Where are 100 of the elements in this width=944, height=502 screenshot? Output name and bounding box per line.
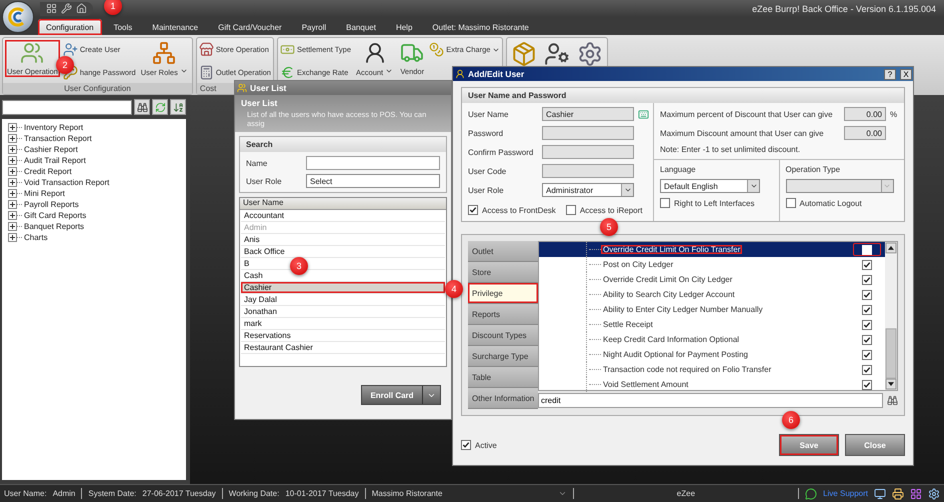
dropdown-icon bbox=[883, 182, 891, 190]
list-row[interactable]: Post on City Ledger bbox=[539, 257, 885, 272]
sort-button[interactable] bbox=[170, 99, 186, 115]
table-row[interactable]: Cash bbox=[241, 270, 445, 282]
checkbox[interactable] bbox=[660, 198, 670, 208]
role-dropdown[interactable]: Administrator bbox=[542, 183, 634, 197]
expand-icon[interactable] bbox=[8, 134, 17, 143]
list-row[interactable]: Night Audit Optional for Payment Posting bbox=[539, 347, 885, 362]
expand-icon[interactable] bbox=[8, 167, 17, 176]
checkbox[interactable] bbox=[461, 440, 471, 450]
menu-tab[interactable]: Outlet: Massimo Ristorante bbox=[424, 19, 537, 35]
window-title: eZee Burrp! Back Office - Version 6.1.195.004 bbox=[752, 4, 937, 14]
checkbox[interactable] bbox=[566, 205, 576, 215]
person-icon bbox=[544, 41, 570, 67]
checkbox[interactable] bbox=[468, 205, 478, 215]
menu-tab[interactable]: Maintenance bbox=[144, 19, 206, 35]
expand-icon[interactable] bbox=[8, 222, 17, 231]
expand-icon[interactable] bbox=[8, 156, 17, 165]
side-tab[interactable]: Other Information bbox=[468, 388, 538, 409]
input-field[interactable]: Cashier bbox=[542, 107, 634, 121]
currency-icon bbox=[280, 65, 295, 80]
table-row[interactable]: Reservations bbox=[241, 330, 445, 342]
tree-item[interactable]: Audit Trail Report bbox=[24, 156, 86, 165]
expand-icon[interactable] bbox=[8, 211, 17, 220]
list-row[interactable]: Ability to Search City Ledger Account bbox=[539, 287, 885, 302]
tree-item[interactable]: Charts bbox=[24, 233, 48, 242]
tree-item[interactable]: Credit Report bbox=[24, 167, 72, 176]
settings-icon bbox=[577, 41, 604, 67]
table-row[interactable]: Anis bbox=[241, 234, 445, 246]
side-tab[interactable]: Reports bbox=[468, 304, 538, 325]
side-tab[interactable]: Privilege bbox=[468, 283, 538, 304]
table-row[interactable]: Accountant bbox=[241, 210, 445, 222]
table-row[interactable]: Back Office bbox=[241, 246, 445, 258]
list-row[interactable]: Ability to Enter City Ledger Number Manually bbox=[539, 302, 885, 317]
checkbox[interactable] bbox=[862, 290, 872, 300]
expand-icon[interactable] bbox=[8, 200, 17, 209]
tree-item[interactable]: Payroll Reports bbox=[24, 200, 79, 209]
keyboard-icon[interactable] bbox=[638, 108, 649, 120]
table-row[interactable]: mark bbox=[241, 318, 445, 330]
enroll-card-button[interactable]: Enroll Card bbox=[361, 385, 441, 405]
table-row[interactable]: Restaurant Cashier bbox=[241, 342, 445, 354]
role-dropdown[interactable]: Select bbox=[306, 174, 440, 188]
help-button[interactable]: ? bbox=[884, 68, 896, 80]
field-label: User Code bbox=[468, 166, 508, 176]
table-row[interactable]: Cashier bbox=[241, 282, 445, 294]
list-row[interactable]: Override Credit Limit On City Ledger bbox=[539, 272, 885, 287]
input-field[interactable] bbox=[542, 164, 634, 178]
tree-item[interactable]: Inventory Report bbox=[24, 123, 84, 132]
input-field[interactable] bbox=[542, 126, 634, 140]
search-field[interactable] bbox=[2, 100, 132, 114]
column-header[interactable]: User Name bbox=[240, 198, 446, 210]
name-field[interactable] bbox=[306, 156, 440, 170]
menu-tab[interactable]: Payroll bbox=[294, 19, 334, 35]
list-row[interactable]: Keep Credit Card Information Optional bbox=[539, 332, 885, 347]
menu-tab[interactable]: Banquet bbox=[338, 19, 384, 35]
printer-icon bbox=[892, 488, 904, 500]
input-field[interactable]: 0.00 bbox=[844, 126, 886, 140]
menu-tab[interactable]: Gift Card/Voucher bbox=[210, 19, 290, 35]
language-dropdown[interactable]: Default English bbox=[660, 179, 760, 193]
expand-icon[interactable] bbox=[8, 145, 17, 154]
expand-icon[interactable] bbox=[8, 233, 17, 242]
filter-field[interactable]: credit bbox=[538, 393, 883, 408]
tree-item[interactable]: Mini Report bbox=[24, 189, 65, 198]
expand-icon[interactable] bbox=[8, 123, 17, 132]
checkbox[interactable] bbox=[862, 350, 872, 360]
checkbox[interactable] bbox=[862, 260, 872, 270]
expand-icon[interactable] bbox=[8, 189, 17, 198]
list-row[interactable]: Void Settlement Amount bbox=[539, 377, 885, 392]
checkbox[interactable] bbox=[862, 274, 872, 284]
checkbox[interactable] bbox=[862, 304, 872, 314]
tree-item[interactable]: Void Transaction Report bbox=[24, 178, 110, 187]
tree-item[interactable]: Banquet Reports bbox=[24, 222, 84, 231]
list-row[interactable]: Override Credit Limit On Folio Transfer bbox=[539, 242, 885, 257]
side-tab[interactable]: Store bbox=[468, 262, 538, 283]
side-tab[interactable]: Surcharge Type bbox=[468, 346, 538, 367]
search-button[interactable] bbox=[134, 99, 150, 115]
window-close-button[interactable]: X bbox=[900, 68, 912, 80]
list-row[interactable]: Transaction code not required on Folio Transfer bbox=[539, 362, 885, 377]
checkbox[interactable] bbox=[862, 364, 872, 374]
menu-tab[interactable]: Configuration bbox=[38, 19, 102, 35]
checkbox[interactable] bbox=[862, 380, 872, 390]
side-tab[interactable]: Discount Types bbox=[468, 325, 538, 346]
input-field[interactable]: 0.00 bbox=[844, 107, 886, 121]
tree-item[interactable]: Gift Card Reports bbox=[24, 211, 86, 220]
table-row[interactable]: Jonathan bbox=[241, 306, 445, 318]
input-field[interactable] bbox=[542, 145, 634, 159]
list-row[interactable]: Settle Receipt bbox=[539, 317, 885, 332]
scrollbar[interactable] bbox=[885, 242, 897, 390]
menu-tab[interactable]: Tools bbox=[106, 19, 140, 35]
side-tab[interactable]: Outlet bbox=[468, 241, 538, 262]
checkbox[interactable] bbox=[862, 320, 872, 330]
tree-item[interactable]: Transaction Report bbox=[24, 134, 92, 143]
support-link[interactable]: Live Support bbox=[823, 489, 868, 498]
checkbox[interactable] bbox=[862, 334, 872, 344]
expand-icon[interactable] bbox=[8, 178, 17, 187]
store-icon bbox=[198, 42, 214, 57]
side-tab[interactable]: Table bbox=[468, 367, 538, 388]
tree-item[interactable]: Cashier Report bbox=[24, 145, 78, 154]
menu-tab[interactable]: Help bbox=[388, 19, 420, 35]
table-row[interactable]: Jay Dalal bbox=[241, 294, 445, 306]
